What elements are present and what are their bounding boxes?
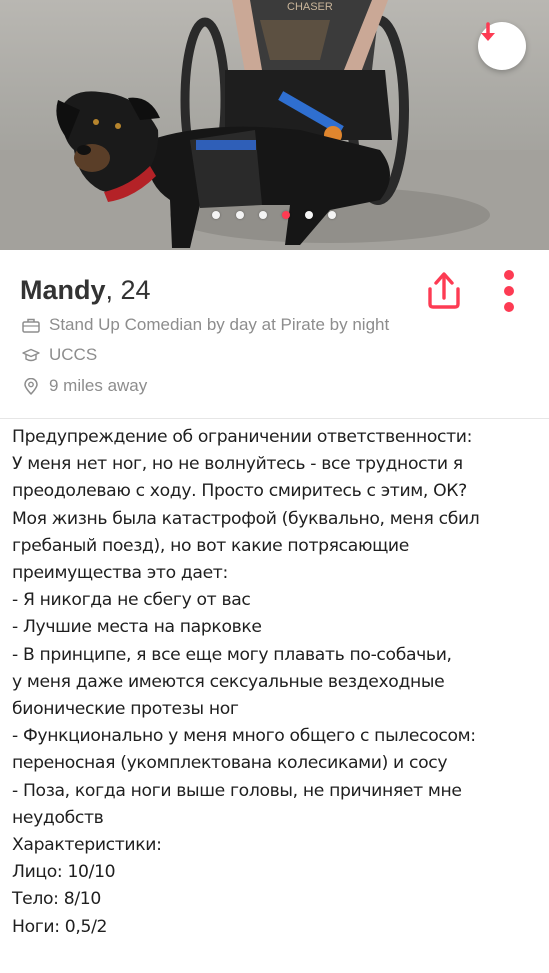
- shirt-text: CHASER: [287, 1, 333, 13]
- job-text: Stand Up Comedian by day at Pirate by ni…: [49, 315, 390, 334]
- profile-info-card: Mandy, 24 Stand Up Comedian by day at Pi…: [0, 250, 549, 419]
- location-pin-icon: [24, 377, 38, 395]
- carousel-dot[interactable]: [212, 211, 220, 219]
- job-row: Stand Up Comedian by day at Pirate by ni…: [22, 315, 389, 335]
- bio-line: неудобств: [12, 807, 104, 828]
- bio-line: у меня даже имеются сексуальные вездеход…: [12, 671, 445, 692]
- distance-row: 9 miles away: [22, 376, 147, 396]
- blurred-area: [170, 858, 540, 968]
- school-text: UCCS: [49, 345, 98, 364]
- carousel-dot-active[interactable]: [282, 211, 290, 219]
- bio-line: переносная (укомплектована колесиками) и…: [12, 753, 448, 774]
- profile-photo[interactable]: CHASER: [0, 0, 549, 250]
- bio-line: преимущества это дает:: [12, 563, 228, 584]
- bio-line: - Я никогда не сбегу от вас: [12, 590, 251, 611]
- bio-line: - В принципе, я все еще могу плавать по-…: [12, 644, 452, 665]
- arrow-down-icon: [481, 22, 495, 41]
- carousel-dot[interactable]: [305, 211, 313, 219]
- name-age-separator: ,: [105, 275, 121, 305]
- distance-text: 9 miles away: [49, 376, 148, 395]
- bio-line: У меня нет ног, но не волнуйтесь - все т…: [12, 454, 463, 475]
- profile-name: Mandy: [20, 275, 106, 305]
- carousel-dot[interactable]: [236, 211, 244, 219]
- bio-line: Характеристики:: [12, 835, 162, 856]
- bio-line: Предупреждение об ограничении ответствен…: [12, 427, 473, 447]
- bio-line: преодолеваю с ходу. Просто смиритесь с э…: [12, 481, 467, 502]
- profile-age: 24: [120, 275, 151, 305]
- share-icon[interactable]: [423, 270, 465, 312]
- bio-line: - Лучшие места на парковке: [12, 617, 262, 638]
- bio-line: - Функционально у меня много общего с пы…: [12, 726, 476, 747]
- bio-line: Моя жизнь была катастрофой (буквально, м…: [12, 508, 480, 529]
- bio-line: бионические протезы ног: [12, 699, 239, 720]
- name-age: Mandy, 24: [20, 275, 151, 306]
- more-vertical-icon[interactable]: [497, 268, 521, 314]
- school-row: UCCS: [22, 345, 97, 365]
- bio-line: гребаный поезд), но вот какие потрясающи…: [12, 535, 409, 556]
- carousel-indicator: [0, 211, 549, 223]
- collapse-down-button[interactable]: [478, 22, 526, 70]
- graduation-cap-icon: [22, 348, 40, 361]
- bio-line: - Поза, когда ноги выше головы, не причи…: [12, 780, 462, 801]
- carousel-dot[interactable]: [328, 211, 336, 219]
- carousel-dot[interactable]: [259, 211, 267, 219]
- briefcase-icon: [22, 318, 40, 333]
